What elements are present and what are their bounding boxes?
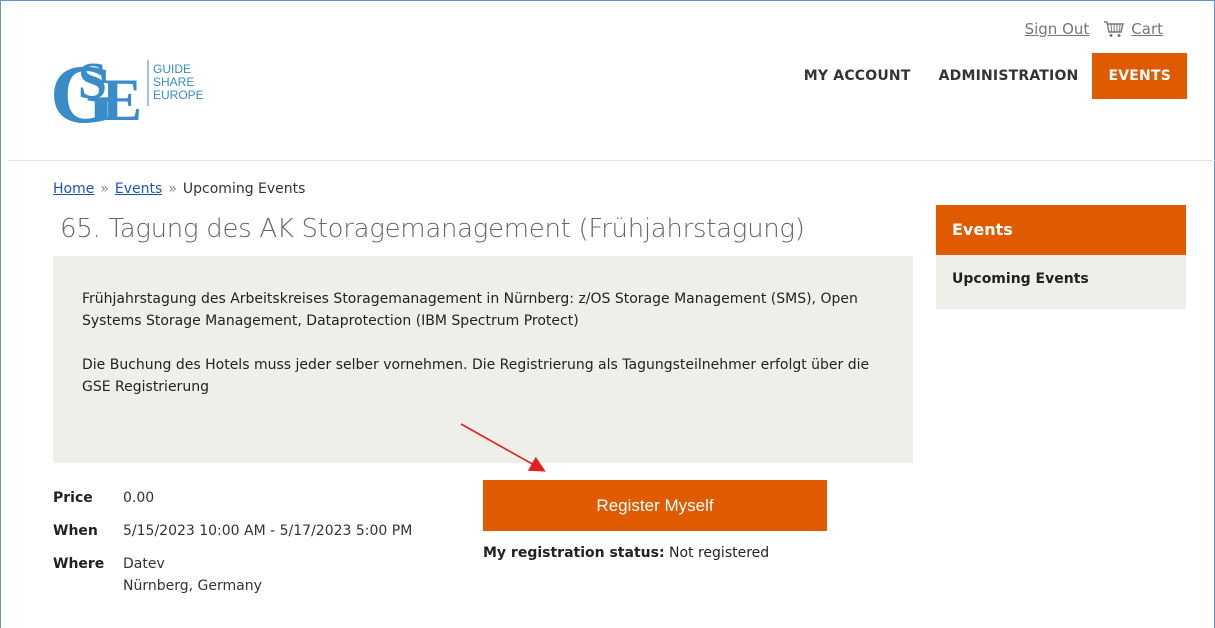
cart-link-group[interactable]: Cart bbox=[1103, 20, 1163, 38]
description-paragraph: Frühjahrstagung des Arbeitskreises Stora… bbox=[82, 291, 858, 329]
breadcrumb-home[interactable]: Home bbox=[53, 181, 94, 197]
breadcrumb-events[interactable]: Events bbox=[115, 181, 162, 197]
breadcrumb: Home » Events » Upcoming Events bbox=[53, 181, 305, 197]
breadcrumb-separator: » bbox=[168, 181, 177, 197]
nav-events[interactable]: EVENTS bbox=[1092, 53, 1187, 99]
registration-status-value: Not registered bbox=[669, 545, 770, 561]
sign-out-link[interactable]: Sign Out bbox=[1025, 20, 1090, 38]
register-myself-button[interactable]: Register Myself bbox=[483, 480, 827, 531]
breadcrumb-separator: » bbox=[100, 181, 109, 197]
sidebar-item-upcoming-events[interactable]: Upcoming Events bbox=[936, 255, 1186, 309]
event-details: Price 0.00 When 5/15/2023 10:00 AM - 5/1… bbox=[53, 490, 412, 611]
where-label: Where bbox=[53, 556, 105, 572]
price-label: Price bbox=[53, 490, 93, 506]
detail-row-where: Where Datev Nürnberg, Germany bbox=[53, 556, 412, 597]
where-city: Nürnberg, Germany bbox=[123, 578, 262, 594]
cart-link[interactable]: Cart bbox=[1131, 20, 1163, 38]
utility-links: Sign Out Cart bbox=[1025, 20, 1163, 38]
when-label: When bbox=[53, 523, 98, 539]
registration-status: My registration status: Not registered bbox=[483, 545, 769, 561]
where-value: Datev Nürnberg, Germany bbox=[123, 553, 262, 597]
description-paragraph: Die Buchung des Hotels muss jeder selber… bbox=[82, 357, 870, 395]
header-divider bbox=[8, 160, 1215, 161]
where-venue: Datev bbox=[123, 556, 165, 572]
annotation-arrow-icon bbox=[460, 423, 546, 472]
page-title: 65. Tagung des AK Storagemanagement (Frü… bbox=[60, 214, 805, 244]
logo-line-europe: EUROPE bbox=[153, 88, 204, 102]
nav-administration[interactable]: ADMINISTRATION bbox=[925, 53, 1093, 99]
when-value: 5/15/2023 10:00 AM - 5/17/2023 5:00 PM bbox=[123, 523, 413, 539]
detail-row-when: When 5/15/2023 10:00 AM - 5/17/2023 5:00… bbox=[53, 523, 412, 542]
logo-wordmark: GUIDE SHARE EUROPE bbox=[153, 63, 204, 102]
registration-status-label: My registration status: bbox=[483, 545, 665, 561]
nav-my-account[interactable]: MY ACCOUNT bbox=[790, 53, 925, 99]
sidebar-title: Events bbox=[936, 205, 1186, 255]
breadcrumb-current: Upcoming Events bbox=[182, 181, 306, 197]
detail-row-price: Price 0.00 bbox=[53, 490, 412, 509]
main-nav: MY ACCOUNT ADMINISTRATION EVENTS bbox=[790, 53, 1187, 99]
price-value: 0.00 bbox=[123, 490, 155, 506]
svg-text:E: E bbox=[102, 67, 142, 126]
cart-icon[interactable] bbox=[1103, 20, 1125, 38]
